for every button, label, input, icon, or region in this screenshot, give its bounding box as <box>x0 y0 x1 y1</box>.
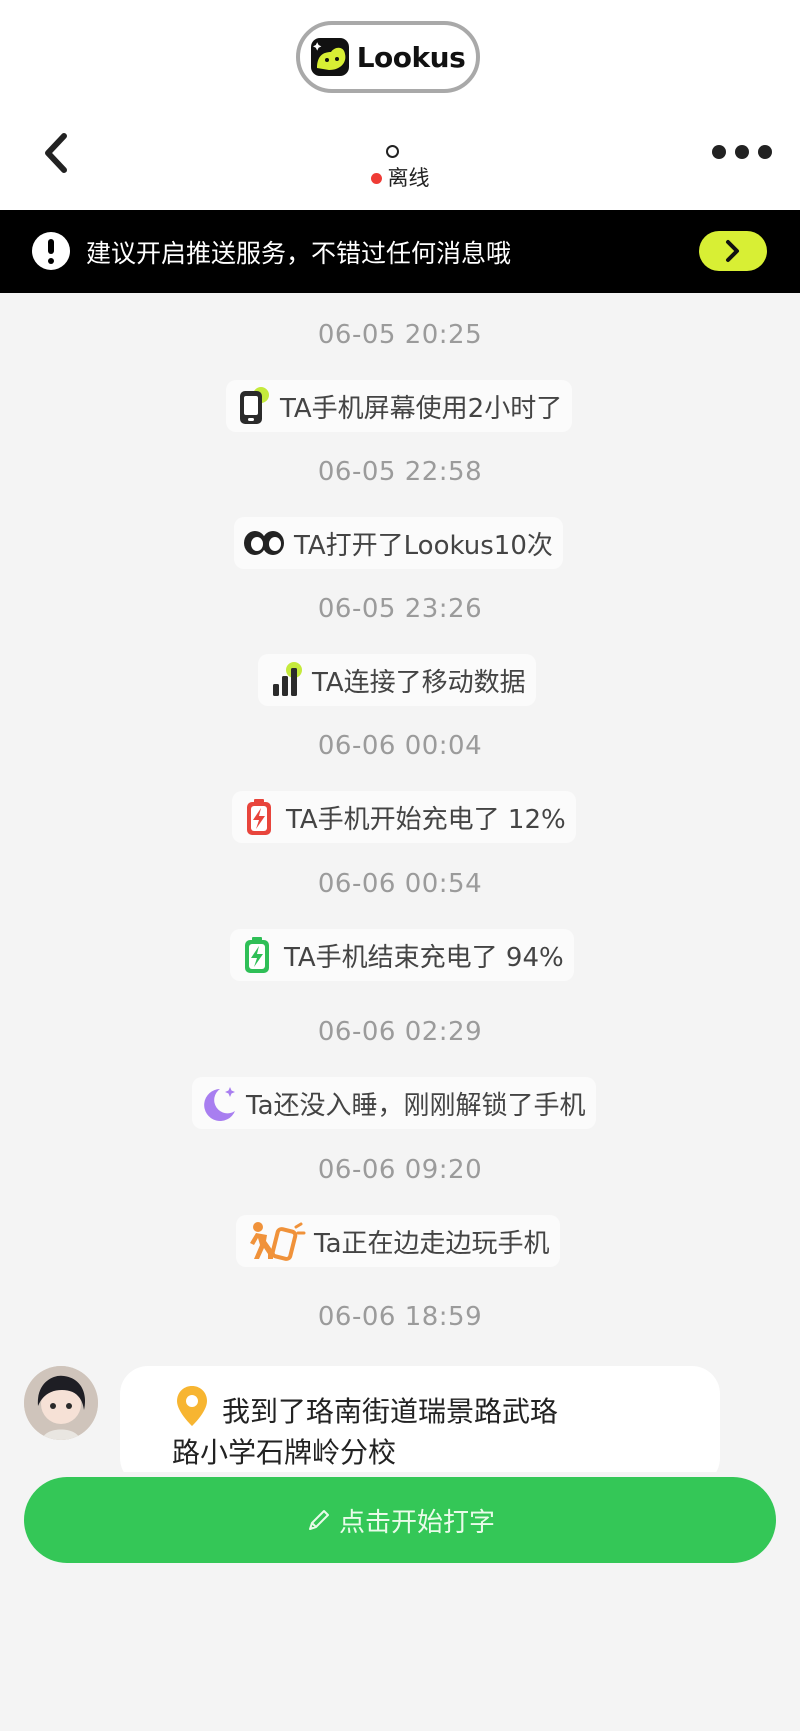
timestamp: 06-05 23:26 <box>317 594 483 624</box>
eyes-icon <box>242 523 286 563</box>
brand-pill: Lookus <box>296 21 480 93</box>
status-label: 离线 <box>387 166 430 190</box>
timestamp: 06-06 02:29 <box>317 1017 483 1047</box>
timestamp: 06-05 20:25 <box>317 320 483 350</box>
start-typing-label: 点击开始打字 <box>338 1507 495 1538</box>
status-dot <box>370 173 382 184</box>
timestamp: 06-06 18:59 <box>317 1302 483 1332</box>
banner-text: 建议开启推送服务，不错过任何消息哦 <box>86 239 512 268</box>
event-item: TA手机开始充电了 12% <box>232 791 576 843</box>
pencil-icon <box>308 1510 329 1530</box>
event-text: Ta正在边走边玩手机 <box>314 1228 550 1259</box>
moon-icon <box>200 1083 238 1123</box>
event-text: TA手机结束充电了 94% <box>284 942 564 973</box>
message-text-line-2: 路小学石牌岭分校 <box>172 1436 397 1469</box>
message-text-line-1: 我到了珞南街道瑞景路武珞 <box>222 1395 559 1428</box>
signal-bars-icon <box>266 660 304 700</box>
more-dot-icon <box>735 145 749 159</box>
event-text: TA连接了移动数据 <box>312 667 526 698</box>
phone-screen-icon <box>234 386 272 426</box>
event-item: TA手机结束充电了 94% <box>230 929 574 981</box>
event-item: TA手机屏幕使用2小时了 <box>226 380 573 432</box>
event-item: TA连接了移动数据 <box>258 654 536 706</box>
event-text: Ta还没入睡，刚刚解锁了手机 <box>246 1090 586 1121</box>
battery-low-icon <box>240 797 278 837</box>
event-item: TA打开了Lookus10次 <box>234 517 563 569</box>
timestamp: 06-06 00:04 <box>317 731 483 761</box>
more-dot-icon <box>758 145 772 159</box>
timestamp: 06-05 22:58 <box>317 457 483 487</box>
event-text: TA手机开始充电了 12% <box>286 804 566 835</box>
event-item: Ta正在边走边玩手机 <box>236 1215 560 1267</box>
battery-full-icon <box>238 935 276 975</box>
walking-phone-icon <box>244 1221 306 1261</box>
event-text: TA打开了Lookus10次 <box>294 530 553 561</box>
lookus-logo-icon <box>310 38 349 76</box>
more-dot-icon <box>712 145 726 159</box>
chat-title: ° <box>386 145 399 158</box>
event-item: Ta还没入睡，刚刚解锁了手机 <box>192 1077 596 1129</box>
alert-icon <box>32 232 70 270</box>
brand-name: Lookus <box>356 40 466 74</box>
chevron-right-icon <box>726 240 739 262</box>
location-pin-icon <box>174 1384 210 1428</box>
more-options-button[interactable] <box>712 140 774 164</box>
online-status: 离线 <box>0 162 800 192</box>
timestamp: 06-06 09:20 <box>317 1155 483 1185</box>
avatar[interactable] <box>24 1366 98 1440</box>
start-typing-button[interactable]: 点击开始打字 <box>24 1477 776 1563</box>
timestamp: 06-06 00:54 <box>317 869 483 899</box>
event-text: TA手机屏幕使用2小时了 <box>280 393 563 424</box>
banner-go-button[interactable] <box>699 231 767 271</box>
